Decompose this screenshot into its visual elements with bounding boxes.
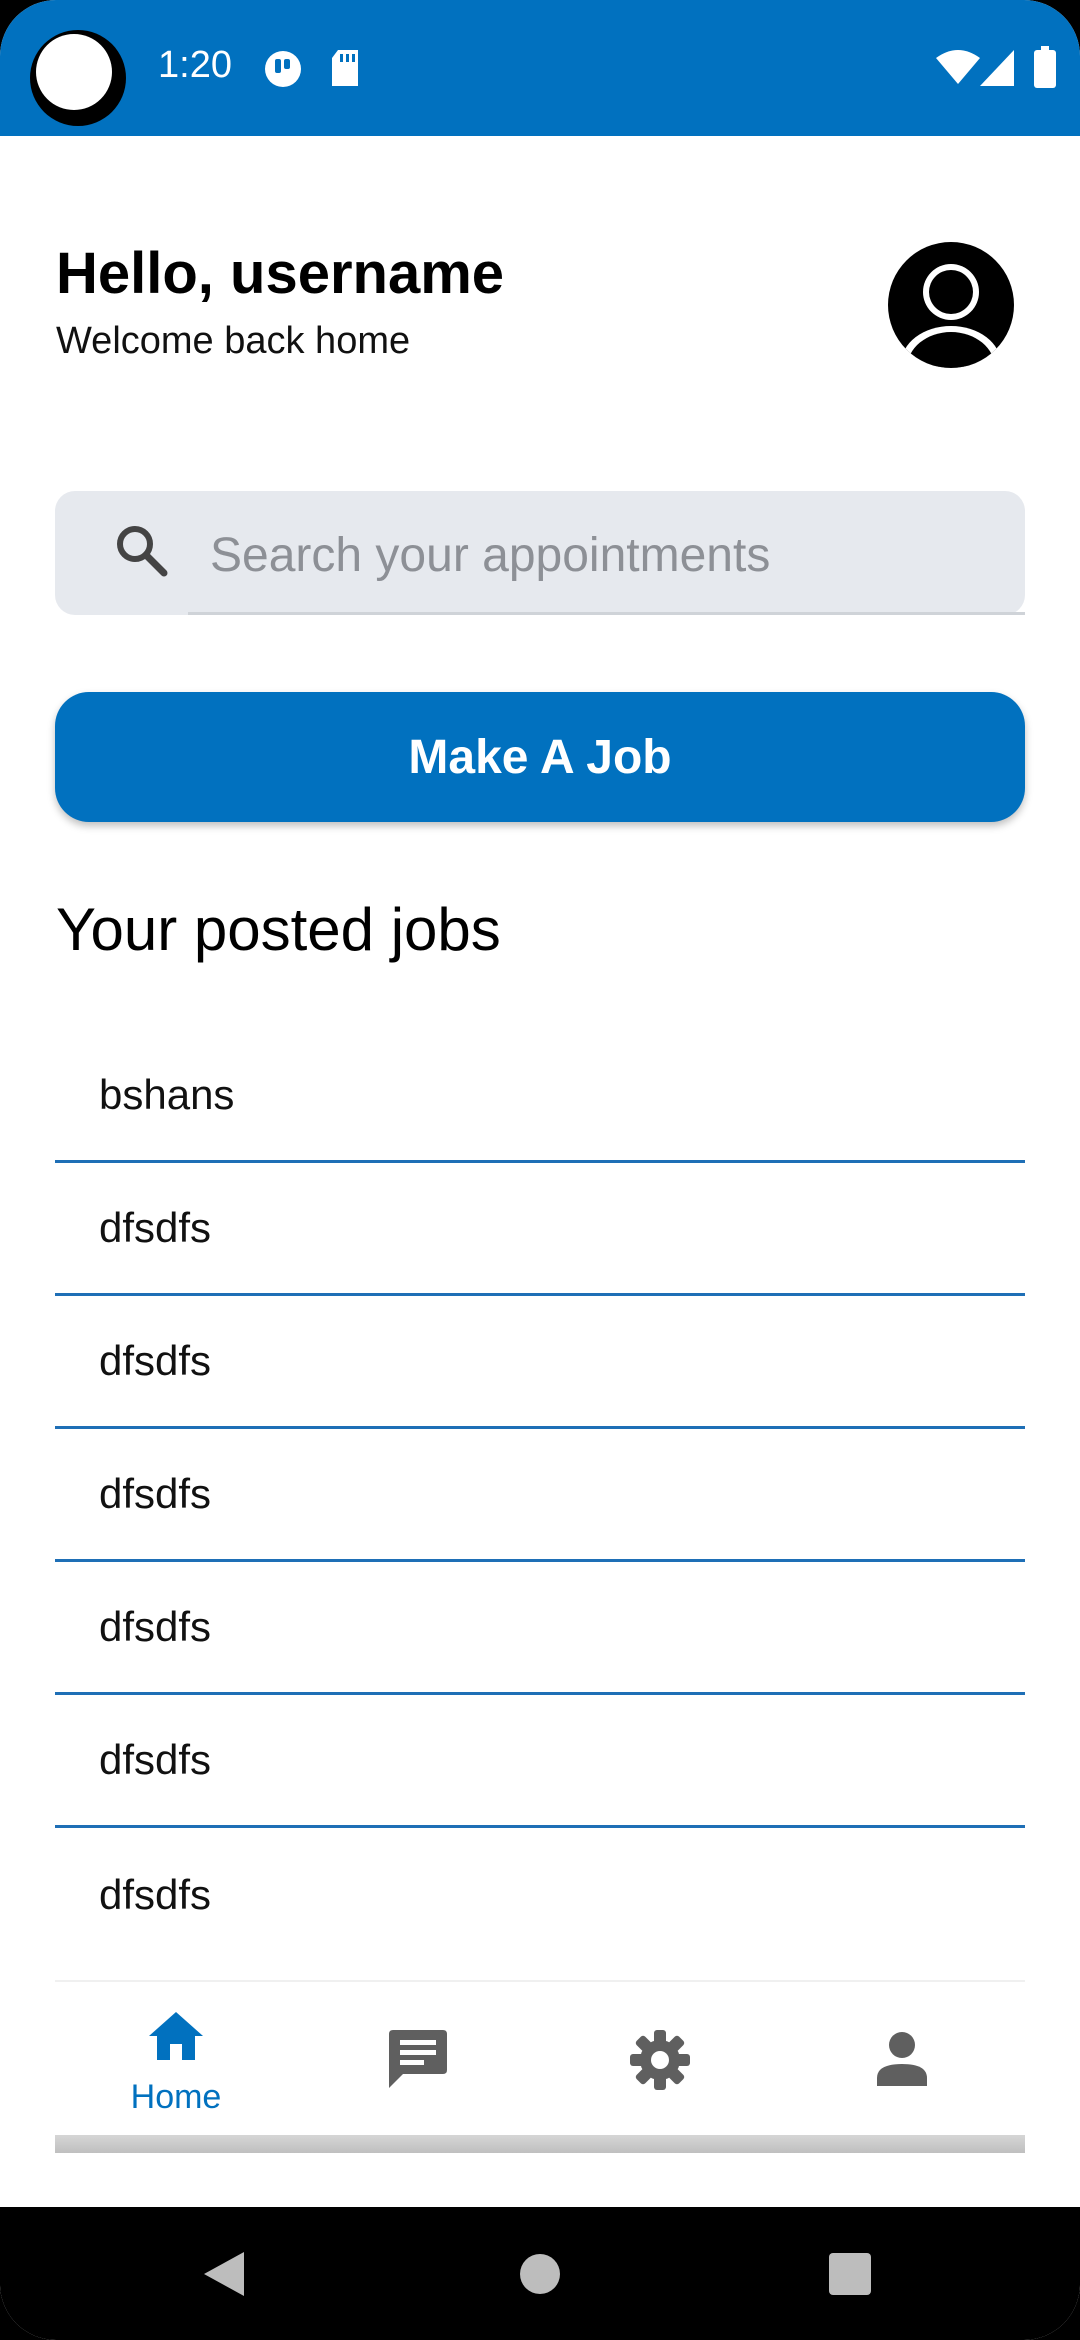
camera-lens [36, 34, 112, 110]
chat-icon [389, 2030, 447, 2088]
settings-icon [630, 2030, 690, 2090]
signal-icon [980, 50, 1014, 86]
status-time: 1:20 [158, 44, 232, 86]
job-list-item[interactable]: dfsdfs [55, 1163, 1025, 1296]
status-bar: 1:20 [0, 0, 1080, 136]
person-icon [877, 2032, 927, 2086]
search-icon [117, 526, 168, 577]
job-list: bshans dfsdfs dfsdfs dfsdfs dfsdfs dfsdf… [55, 1030, 1025, 1961]
bottom-nav: Home [55, 1980, 1025, 2137]
notification-app-icon [265, 51, 301, 87]
nav-item-settings[interactable] [539, 1982, 781, 2137]
recents-icon[interactable] [829, 2253, 871, 2295]
sd-card-icon [332, 50, 358, 86]
home-icon [149, 2012, 203, 2060]
job-list-item[interactable]: dfsdfs [55, 1562, 1025, 1695]
job-list-item[interactable]: dfsdfs [55, 1296, 1025, 1429]
home-circle-icon[interactable] [520, 2254, 560, 2294]
job-list-item[interactable]: bshans [55, 1030, 1025, 1163]
nav-item-profile[interactable] [781, 1982, 1023, 2137]
app-screen: 1:20 Hello, username Welcome back home S… [0, 0, 1080, 2340]
battery-icon [1034, 46, 1056, 88]
system-nav-bar [0, 2207, 1080, 2340]
greeting-title: Hello, username [56, 241, 505, 306]
wifi-icon [936, 50, 980, 84]
search-underline [188, 612, 1025, 615]
search-input[interactable] [208, 520, 992, 590]
avatar-icon[interactable] [888, 242, 1014, 368]
job-list-item[interactable]: dfsdfs [55, 1429, 1025, 1562]
nav-shadow [55, 2135, 1025, 2153]
nav-label-home: Home [130, 2078, 222, 2116]
posted-jobs-title: Your posted jobs [56, 896, 501, 963]
nav-item-messages[interactable] [297, 1982, 539, 2137]
back-icon[interactable] [204, 2252, 244, 2296]
make-job-button[interactable]: Make A Job [55, 692, 1025, 822]
nav-item-home[interactable]: Home [55, 1982, 297, 2137]
job-list-item[interactable]: dfsdfs [55, 1828, 1025, 1961]
welcome-subtitle: Welcome back home [56, 320, 411, 362]
job-list-item[interactable]: dfsdfs [55, 1695, 1025, 1828]
